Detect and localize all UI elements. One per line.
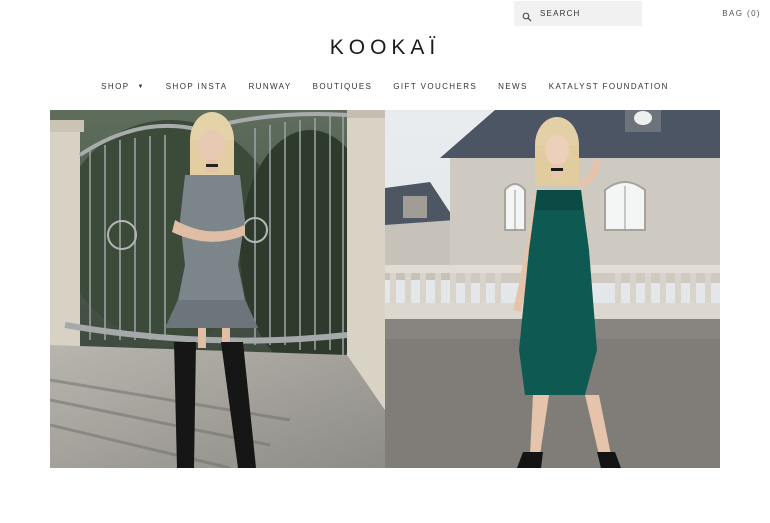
search-box[interactable]	[514, 1, 642, 26]
logo[interactable]: KOOKAÏ	[0, 36, 770, 60]
bag-link[interactable]: BAG (0)	[722, 9, 761, 18]
search-input[interactable]	[540, 9, 630, 18]
nav-shop-insta[interactable]: SHOP INSTA	[166, 82, 228, 91]
nav-shop-label: SHOP	[101, 82, 130, 91]
nav-boutiques[interactable]: BOUTIQUES	[313, 82, 373, 91]
hero-image-right[interactable]	[385, 110, 720, 468]
nav-gift-vouchers[interactable]: GIFT VOUCHERS	[393, 82, 477, 91]
main-nav: SHOP ▼ SHOP INSTA RUNWAY BOUTIQUES GIFT …	[0, 82, 770, 91]
nav-news[interactable]: NEWS	[498, 82, 528, 91]
search-icon[interactable]	[522, 9, 532, 21]
nav-runway[interactable]: RUNWAY	[249, 82, 292, 91]
nav-shop[interactable]: SHOP ▼	[101, 82, 145, 91]
hero-image-left[interactable]	[50, 110, 385, 468]
hero-banner	[50, 110, 720, 468]
caret-down-icon: ▼	[137, 83, 145, 90]
nav-katalyst-foundation[interactable]: KATALYST FOUNDATION	[549, 82, 669, 91]
